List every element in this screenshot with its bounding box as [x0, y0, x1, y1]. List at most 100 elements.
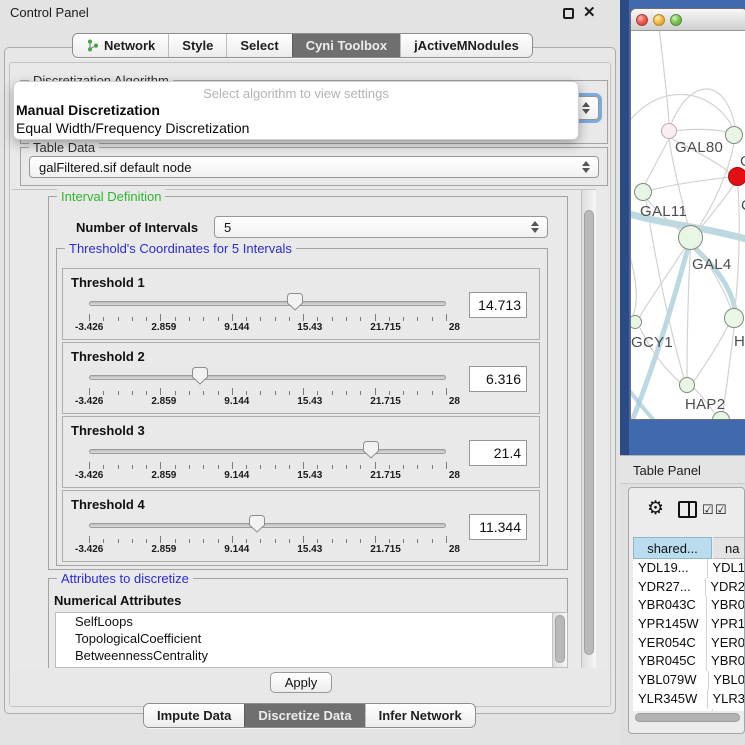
network-node[interactable]	[661, 123, 677, 139]
slider-track[interactable]	[89, 375, 446, 380]
network-node-label: GA	[740, 153, 745, 170]
column-header-name[interactable]: na	[713, 537, 745, 559]
threshold-slider[interactable]	[89, 367, 446, 385]
network-node-label: HAP2	[685, 396, 725, 413]
table-data-group: Table Data galFiltered.sif default node	[20, 147, 608, 186]
table-row[interactable]: YDR27...YDR2	[633, 578, 745, 597]
threshold-value-field[interactable]: 21.4	[469, 440, 527, 466]
main-scrollbar-thumb[interactable]	[584, 210, 594, 655]
checkbox-icon[interactable]: ☑	[715, 502, 727, 518]
cell: YDL1	[708, 559, 745, 578]
slider-handle[interactable]	[287, 293, 303, 311]
tab-label: Impute Data	[157, 708, 231, 723]
tab-label: Infer Network	[379, 708, 462, 723]
zoom-traffic-light-icon[interactable]	[670, 14, 682, 26]
threshold-slider[interactable]	[89, 515, 446, 533]
table-row[interactable]: YIL052CYIL0	[633, 709, 745, 712]
bottom-tab-bar: Impute Data Discretize Data Infer Networ…	[143, 703, 476, 728]
numerical-attributes-label: Numerical Attributes	[54, 593, 181, 608]
tab-cyni-toolbox[interactable]: Cyni Toolbox	[292, 34, 400, 57]
cell: YDR2	[706, 578, 745, 597]
horizontal-scrollbar-thumb[interactable]	[635, 713, 740, 722]
network-node-label: C	[741, 197, 745, 214]
table-data-combobox[interactable]: galFiltered.sif default node	[29, 156, 599, 178]
float-window-icon[interactable]	[563, 8, 574, 19]
table-row[interactable]: YBR043CYBR0	[633, 596, 745, 615]
attributes-group-title: Attributes to discretize	[57, 571, 193, 586]
network-window-titlebar[interactable]	[631, 9, 745, 31]
threshold-value-field[interactable]: 11.344	[469, 514, 527, 540]
cell: YBR045C	[633, 652, 707, 671]
cell: YBL0	[709, 671, 745, 690]
num-intervals-combobox[interactable]: 5	[214, 216, 548, 238]
table-panel-window: ⚙ ☑ ☑ shared... na YDL19...YDL1 YDR27...…	[628, 487, 745, 734]
checkbox-icon[interactable]: ☑	[702, 502, 714, 518]
tab-infer-network[interactable]: Infer Network	[365, 704, 475, 727]
algorithm-dropdown-popup: Select algorithm to view settings Manual…	[14, 82, 578, 139]
tab-style[interactable]: Style	[168, 34, 226, 57]
tab-label: Discretize Data	[258, 708, 351, 723]
cell: YIL052C	[633, 709, 713, 712]
threshold-value-field[interactable]: 14.713	[469, 292, 527, 318]
threshold-row-4: Threshold 4 -3.4262.8599.14415.4321.7152…	[62, 490, 540, 562]
close-icon[interactable]: ✕	[583, 3, 596, 21]
num-intervals-label: Number of Intervals	[76, 220, 198, 235]
slider-tick-label: 28	[449, 544, 460, 555]
tab-impute-data[interactable]: Impute Data	[144, 704, 244, 727]
network-node[interactable]	[725, 126, 743, 144]
close-traffic-light-icon[interactable]	[636, 14, 648, 26]
table-row[interactable]: YLR345WYLR3	[633, 690, 745, 709]
apply-button[interactable]: Apply	[270, 672, 332, 693]
network-node[interactable]	[724, 308, 744, 328]
main-scrollbar-track[interactable]	[581, 190, 596, 700]
list-item[interactable]: SelfLoops	[56, 613, 567, 630]
list-item[interactable]: TopologicalCoefficient	[56, 630, 567, 647]
popup-option-equal-width[interactable]: Equal Width/Frequency Discretization	[14, 119, 578, 137]
slider-track[interactable]	[89, 523, 446, 528]
table-row[interactable]: YDL19...YDL1	[633, 559, 745, 578]
network-view-window[interactable]: GAL80 GAL11 GAL4 GCY1 HAP2 GA C H	[630, 8, 745, 420]
minimize-traffic-light-icon[interactable]	[653, 14, 665, 26]
slider-tick-label: 2.859	[151, 322, 176, 333]
threshold-slider[interactable]	[89, 441, 446, 459]
slider-tick-label: 2.859	[151, 470, 176, 481]
slider-handle[interactable]	[363, 441, 379, 459]
table-row[interactable]: YPR145WYPR1	[633, 615, 745, 634]
network-node-label: GAL80	[675, 139, 723, 156]
network-node[interactable]	[679, 377, 695, 393]
slider-tick-label: 21.715	[370, 322, 401, 333]
threshold-label: Threshold 3	[71, 423, 145, 438]
tab-label: jActiveMNodules	[414, 38, 519, 53]
attributes-list[interactable]: SelfLoops TopologicalCoefficient Between…	[55, 612, 568, 668]
list-item[interactable]: BetweennessCentrality	[56, 647, 567, 664]
gear-icon[interactable]: ⚙	[647, 497, 664, 520]
slider-ticks	[89, 314, 446, 322]
column-header-shared[interactable]: shared...	[633, 537, 712, 559]
table-row[interactable]: YBL079WYBL0	[633, 671, 745, 690]
threshold-value-field[interactable]: 6.316	[469, 366, 527, 392]
slider-handle[interactable]	[249, 515, 265, 533]
popup-option-manual[interactable]: Manual Discretization	[14, 101, 578, 119]
network-node[interactable]	[678, 225, 703, 250]
threshold-label: Threshold 2	[71, 349, 145, 364]
network-node[interactable]	[634, 183, 652, 201]
list-scrollbar-track[interactable]	[552, 613, 567, 667]
tab-network[interactable]: Network	[73, 34, 168, 57]
tab-select[interactable]: Select	[226, 34, 291, 57]
slider-track[interactable]	[89, 449, 446, 454]
table-row[interactable]: YER054CYER0	[633, 634, 745, 653]
table-row[interactable]: YBR045CYBR0	[633, 652, 745, 671]
slider-tick-label: 15.43	[297, 396, 322, 407]
tab-discretize-data[interactable]: Discretize Data	[244, 704, 364, 727]
list-scrollbar-thumb[interactable]	[555, 615, 565, 663]
table-rows[interactable]: YDL19...YDL1 YDR27...YDR2 YBR043CYBR0 YP…	[633, 559, 745, 711]
slider-track[interactable]	[89, 301, 446, 306]
threshold-slider[interactable]	[89, 293, 446, 311]
slider-ticks	[89, 536, 446, 544]
top-tab-bar: Network Style Select Cyni Toolbox jActiv…	[72, 33, 533, 58]
network-canvas[interactable]: GAL80 GAL11 GAL4 GCY1 HAP2 GA C H	[631, 31, 745, 420]
slider-handle[interactable]	[192, 367, 208, 385]
tab-jactivemnodules[interactable]: jActiveMNodules	[400, 34, 532, 57]
column-layout-icon[interactable]	[678, 501, 697, 518]
slider-tick-label: 2.859	[151, 396, 176, 407]
